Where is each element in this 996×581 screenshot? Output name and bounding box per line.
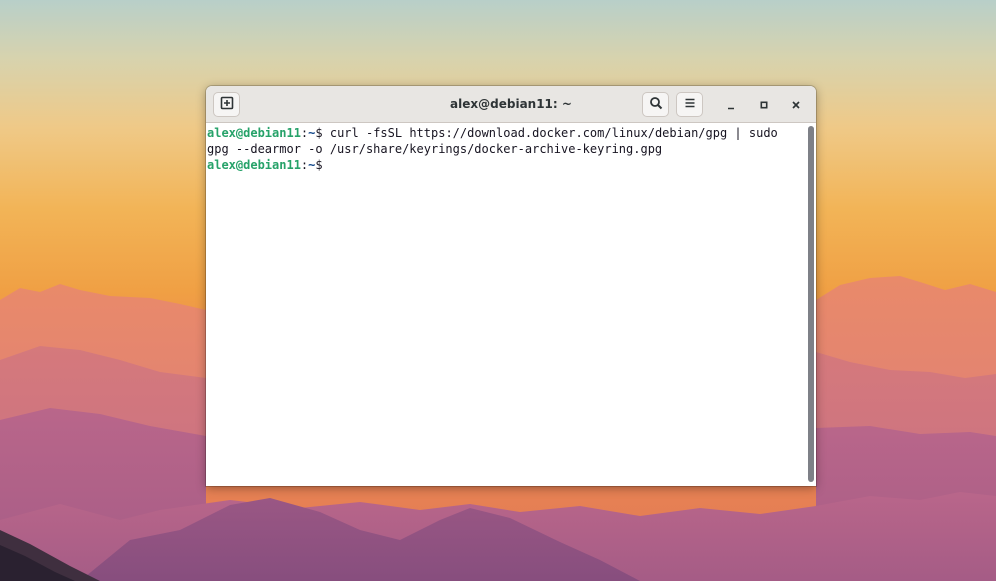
headerbar[interactable]: alex@debian11: ~ [206,86,816,123]
maximize-icon [758,96,770,115]
prompt-user-host: alex@debian11 [207,158,301,172]
menu-button[interactable] [676,92,703,117]
terminal-line: alex@debian11:~$ curl -fsSL https://down… [207,125,803,141]
scrollbar-thumb[interactable] [808,126,814,482]
close-icon [790,96,802,115]
minimize-button[interactable] [720,94,742,116]
close-button[interactable] [785,94,807,116]
terminal-output: alex@debian11:~$ curl -fsSL https://down… [207,125,803,173]
terminal-line: gpg --dearmor -o /usr/share/keyrings/doc… [207,141,803,157]
hamburger-menu-icon [683,95,697,114]
search-icon [649,95,663,114]
new-tab-icon [220,95,234,114]
minimize-icon [725,96,737,115]
text-cursor [323,157,330,171]
terminal-content[interactable]: alex@debian11:~$ curl -fsSL https://down… [206,123,816,486]
command-text: curl -fsSL https://download.docker.com/l… [322,126,778,140]
scrollbar[interactable] [807,126,815,484]
prompt-symbol: $ [315,126,323,140]
command-continuation: gpg --dearmor -o /usr/share/keyrings/doc… [207,142,663,156]
prompt-symbol: $ [315,158,323,172]
terminal-window[interactable]: alex@debian11: ~ alex@debian11:~$ curl -… [206,86,816,486]
maximize-button[interactable] [753,94,775,116]
new-tab-button[interactable] [213,92,240,117]
prompt-user-host: alex@debian11 [207,126,301,140]
search-button[interactable] [642,92,669,117]
terminal-line: alex@debian11:~$ [207,157,803,173]
